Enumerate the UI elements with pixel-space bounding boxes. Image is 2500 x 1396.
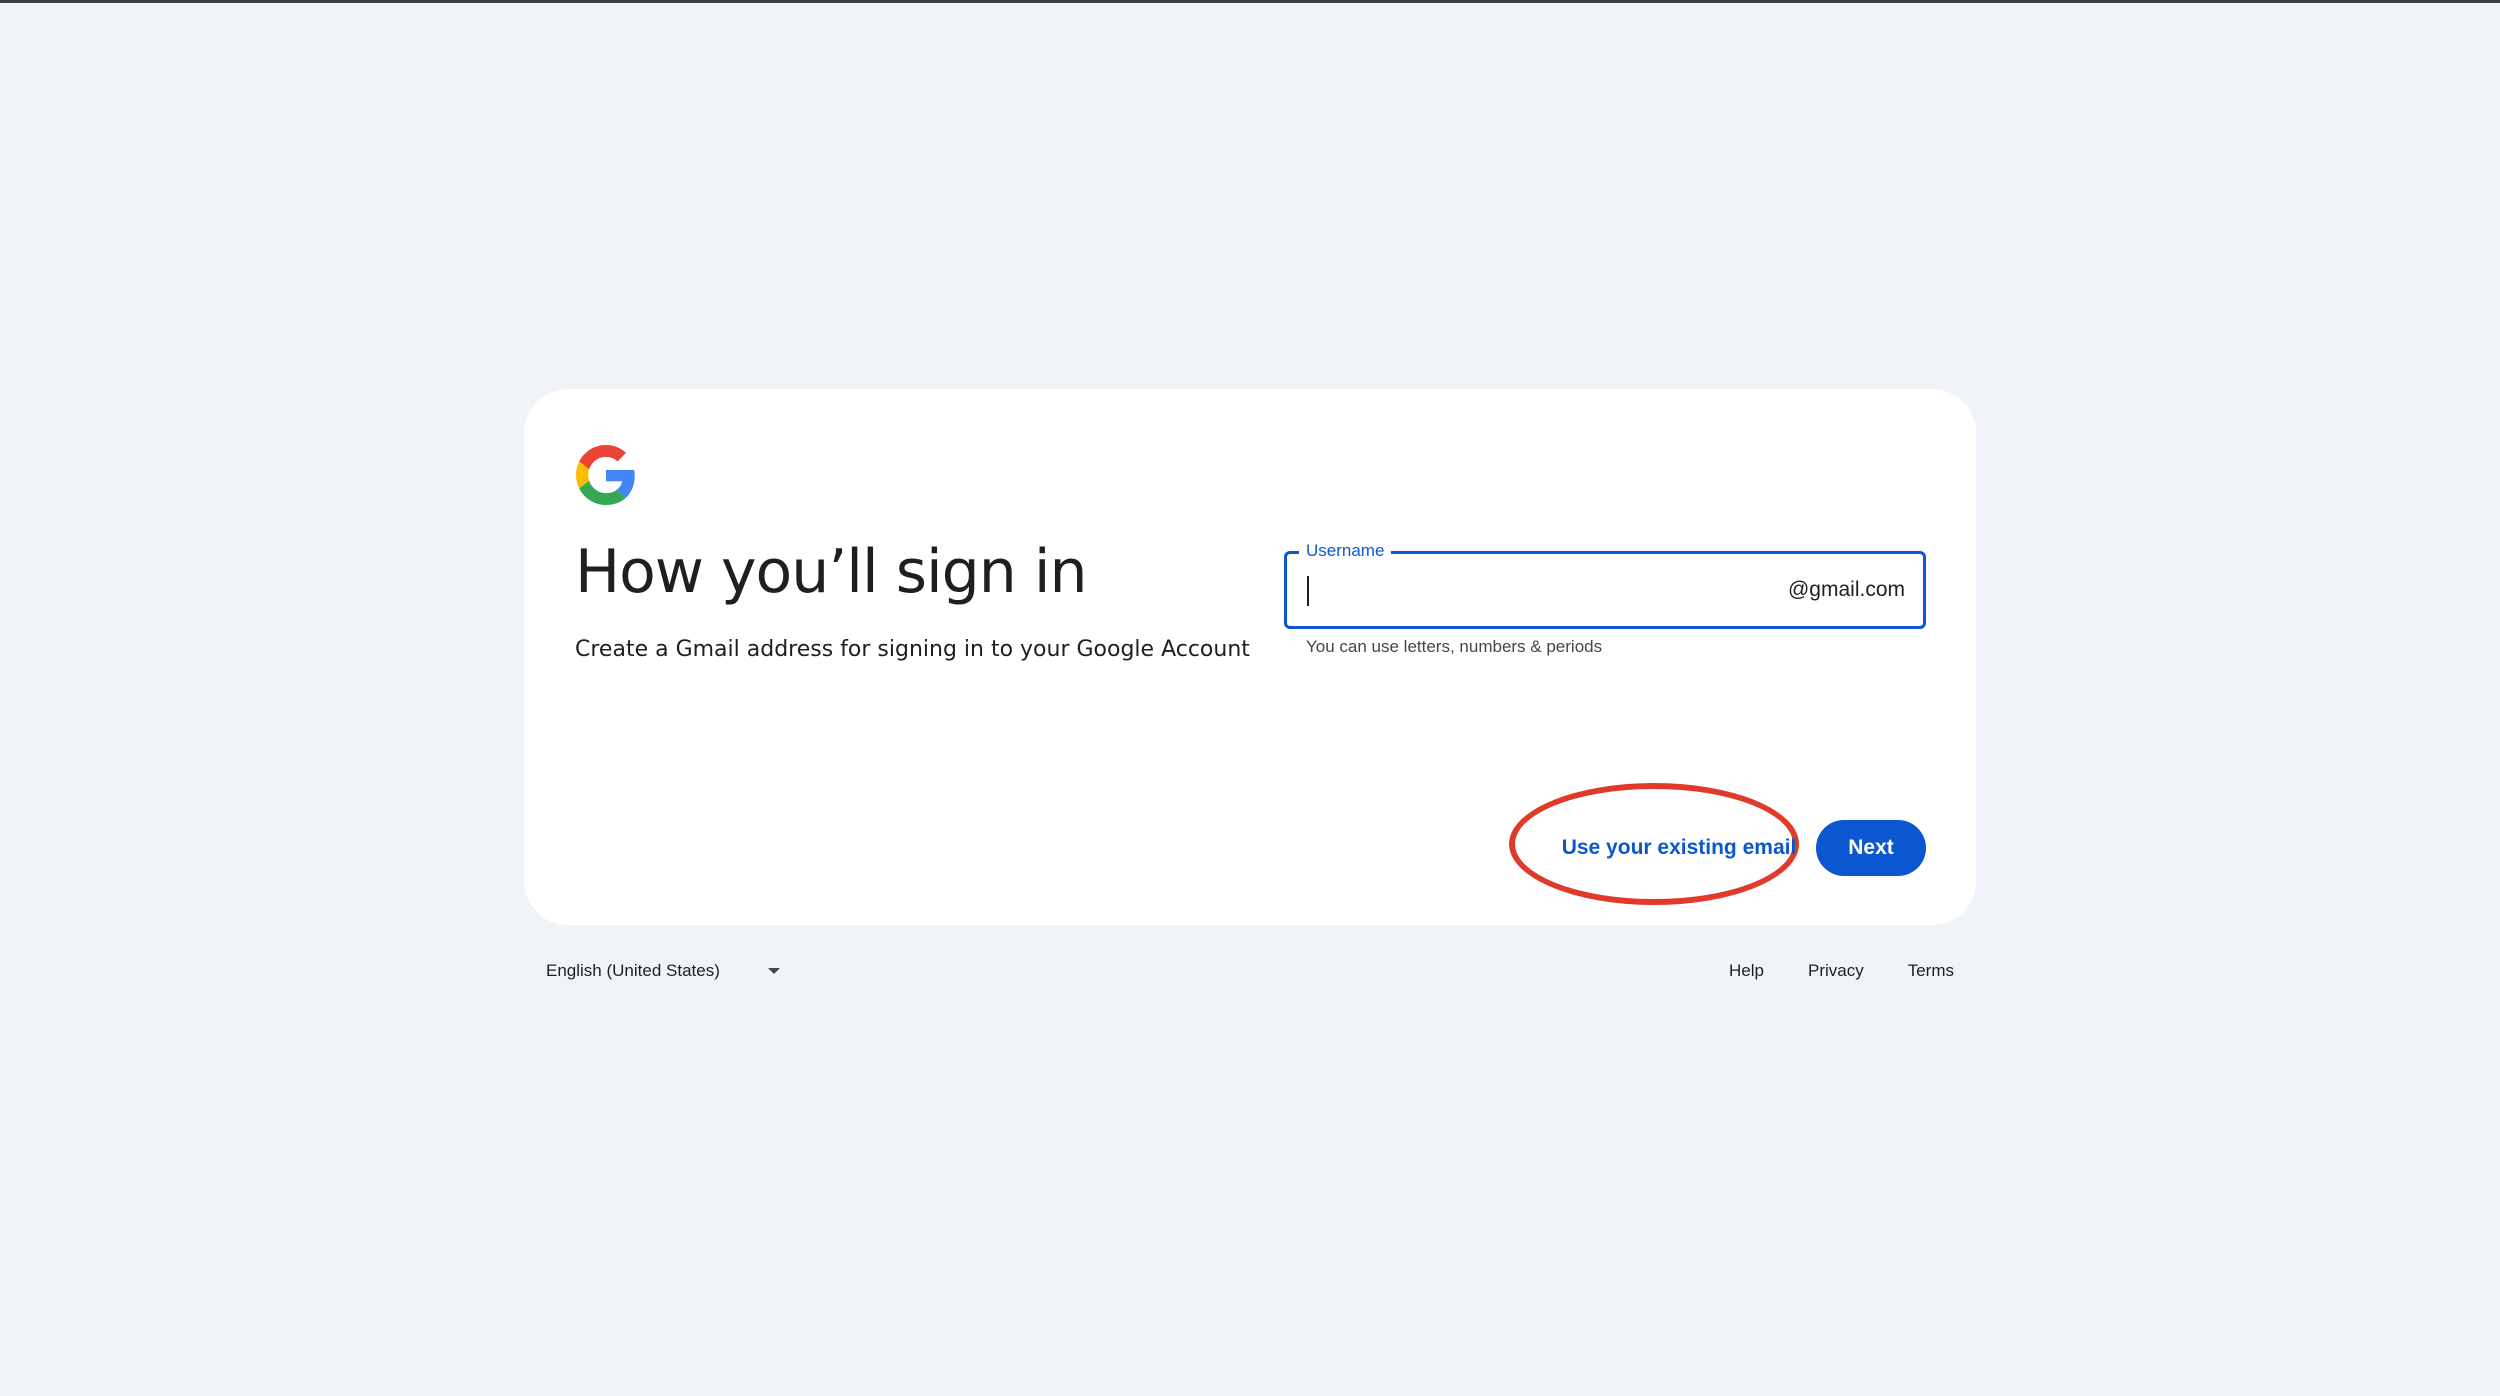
username-label: Username (1299, 540, 1392, 562)
caret-down-icon[interactable] (768, 968, 780, 974)
username-helper-text: You can use letters, numbers & periods (1306, 637, 1603, 656)
help-link[interactable]: Help (1729, 961, 1764, 981)
next-button[interactable]: Next (1816, 820, 1926, 876)
text-cursor (1307, 576, 1309, 606)
sign-in-card: How you’ll sign in Create a Gmail addres… (524, 389, 1976, 925)
page-subtitle: Create a Gmail address for signing in to… (575, 637, 1250, 662)
language-selector[interactable]: English (United States) (546, 953, 720, 989)
page-title: How you’ll sign in (575, 537, 1088, 607)
language-label: English (United States) (546, 961, 720, 980)
username-field[interactable]: Username @gmail.com (1284, 540, 1926, 629)
footer-links: Help Privacy Terms (1729, 953, 1954, 989)
google-g-icon (576, 445, 635, 505)
gmail-suffix: @gmail.com (1787, 578, 1905, 601)
terms-link[interactable]: Terms (1908, 961, 1954, 981)
footer: English (United States) Help Privacy Ter… (524, 953, 1976, 989)
use-existing-email-button[interactable]: Use your existing email (1526, 819, 1832, 877)
privacy-link[interactable]: Privacy (1808, 961, 1864, 981)
username-input[interactable] (1303, 570, 1773, 610)
